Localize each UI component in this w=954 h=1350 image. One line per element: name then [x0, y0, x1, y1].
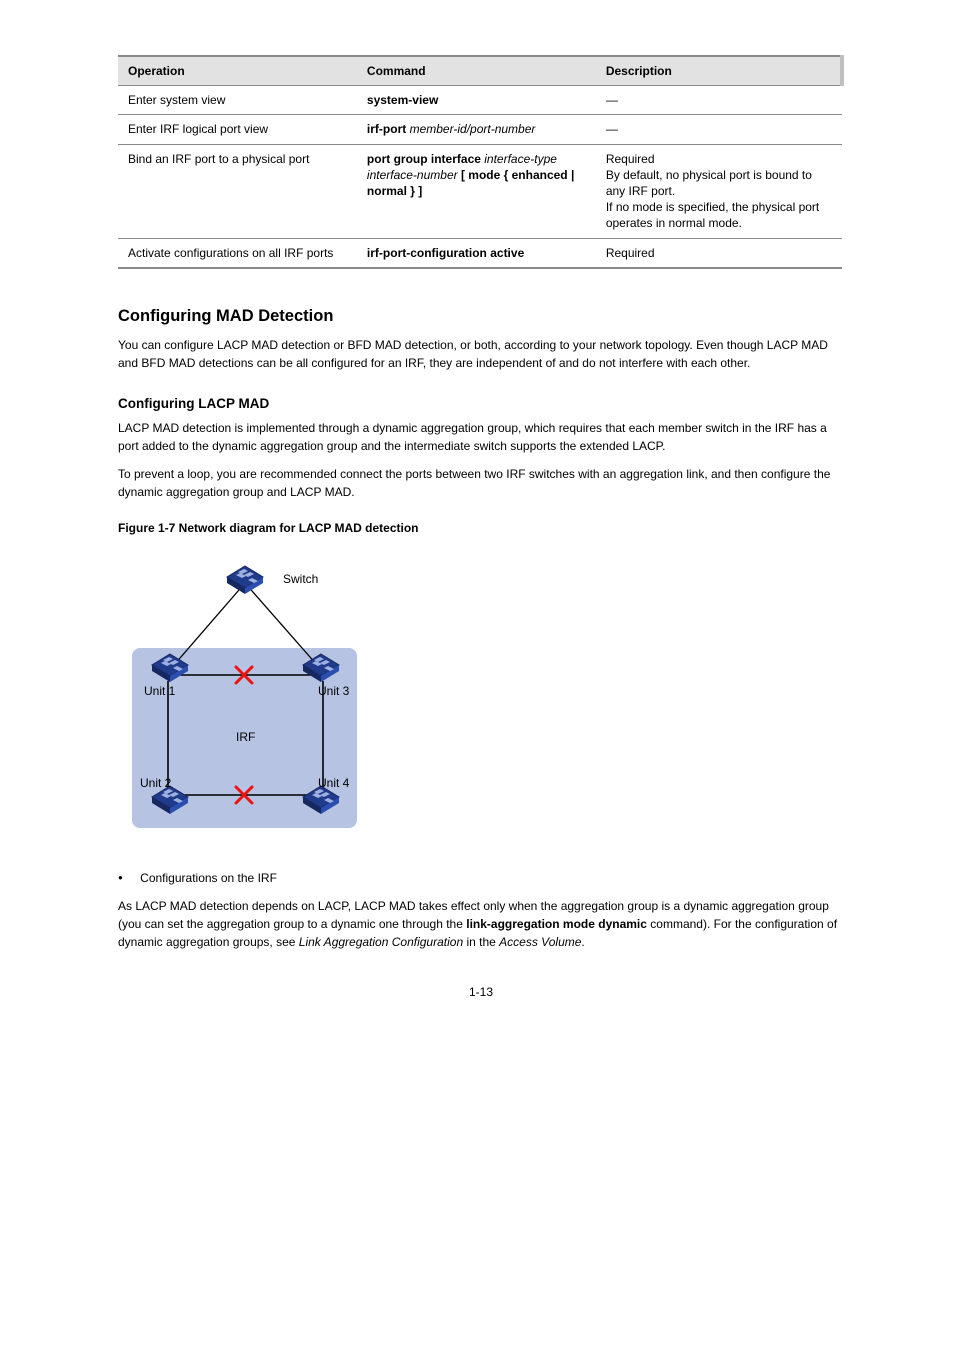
- table-row: Activate configurations on all IRF ports…: [118, 238, 842, 268]
- label-switch: Switch: [283, 572, 318, 586]
- table-header-command: Command: [357, 56, 596, 86]
- label-u2: Unit 2: [140, 776, 172, 790]
- page-number: 1-13: [118, 985, 844, 999]
- label-u3: Unit 3: [318, 684, 350, 698]
- lacp-paragraph-2: To prevent a loop, you are recommended c…: [118, 465, 844, 501]
- table-row: Enter IRF logical port view irf-port mem…: [118, 115, 842, 144]
- table-header-description: Description: [596, 56, 842, 86]
- switch-icon: [227, 566, 263, 594]
- bullet-icon: ●: [118, 874, 123, 883]
- bullet-item: ● Configurations on the IRF: [118, 869, 844, 887]
- mad-paragraph: You can configure LACP MAD detection or …: [118, 336, 844, 372]
- diagram-svg: Switch Unit 1 Unit 3 Unit 2 Unit 4 IRF: [118, 543, 378, 838]
- table-row: Enter system view system-view —: [118, 86, 842, 115]
- label-u1: Unit 1: [144, 684, 176, 698]
- label-irf: IRF: [236, 730, 255, 744]
- table-row: Bind an IRF port to a physical port port…: [118, 144, 842, 238]
- config-table: Operation Command Description Enter syst…: [118, 55, 844, 269]
- heading-mad: Configuring MAD Detection: [118, 307, 844, 326]
- figure-caption: Figure 1-7 Network diagram for LACP MAD …: [118, 521, 844, 535]
- heading-lacp: Configuring LACP MAD: [118, 396, 844, 411]
- table-header-operation: Operation: [118, 56, 357, 86]
- lacp-paragraph-1: LACP MAD detection is implemented throug…: [118, 419, 844, 455]
- post-figure-paragraph: As LACP MAD detection depends on LACP, L…: [118, 897, 844, 951]
- network-diagram: Switch Unit 1 Unit 3 Unit 2 Unit 4 IRF: [118, 543, 844, 843]
- label-u4: Unit 4: [318, 776, 350, 790]
